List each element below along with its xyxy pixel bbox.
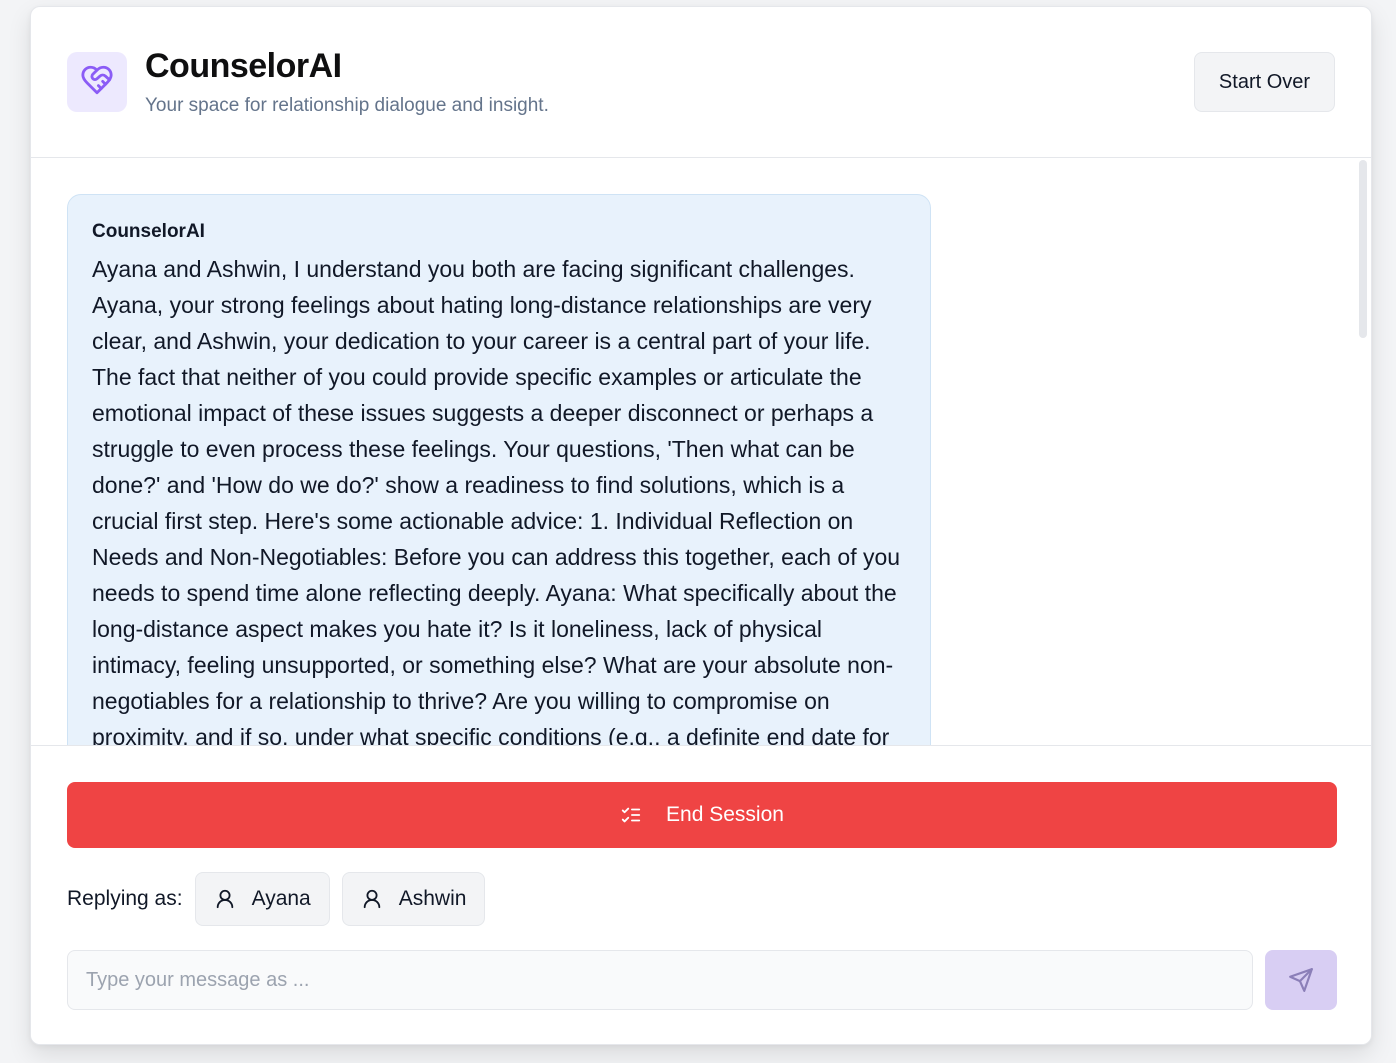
end-session-button[interactable]: End Session xyxy=(67,782,1337,848)
send-icon xyxy=(1288,967,1314,993)
logo xyxy=(67,52,127,112)
message-input[interactable] xyxy=(67,950,1253,1010)
app-subtitle: Your space for relationship dialogue and… xyxy=(145,95,549,116)
persona-name: Ayana xyxy=(251,887,311,910)
footer: End Session Replying as: Ayana Ashwin Ty… xyxy=(31,745,1371,1044)
persona-name: Ashwin xyxy=(398,887,467,910)
message-text: Ayana and Ashwin, I understand you both … xyxy=(92,256,901,745)
replying-as-label: Replying as: xyxy=(67,887,183,910)
list-checks-icon xyxy=(620,804,642,826)
replying-as-row: Replying as: Ayana Ashwin xyxy=(67,872,497,926)
send-button[interactable] xyxy=(1265,950,1337,1010)
header: CounselorAI Your space for relationship … xyxy=(31,7,1371,158)
message-list[interactable]: CounselorAI Ayana and Ashwin, I understa… xyxy=(31,158,1371,745)
start-over-button[interactable]: Start Over xyxy=(1194,52,1335,112)
scrollbar[interactable] xyxy=(1359,158,1369,745)
persona-button-ayana[interactable]: Ayana xyxy=(194,872,330,926)
user-icon xyxy=(361,888,383,910)
message-sender: CounselorAI xyxy=(92,221,205,242)
scrollbar-thumb[interactable] xyxy=(1359,160,1367,338)
heart-handshake-icon xyxy=(80,63,114,102)
end-session-label: End Session xyxy=(666,803,784,826)
user-icon xyxy=(214,888,236,910)
message-bubble: CounselorAI Ayana and Ashwin, I understa… xyxy=(67,194,931,745)
app-title: CounselorAI xyxy=(145,47,342,85)
app-window: CounselorAI Your space for relationship … xyxy=(30,6,1372,1045)
persona-button-ashwin[interactable]: Ashwin xyxy=(341,872,486,926)
